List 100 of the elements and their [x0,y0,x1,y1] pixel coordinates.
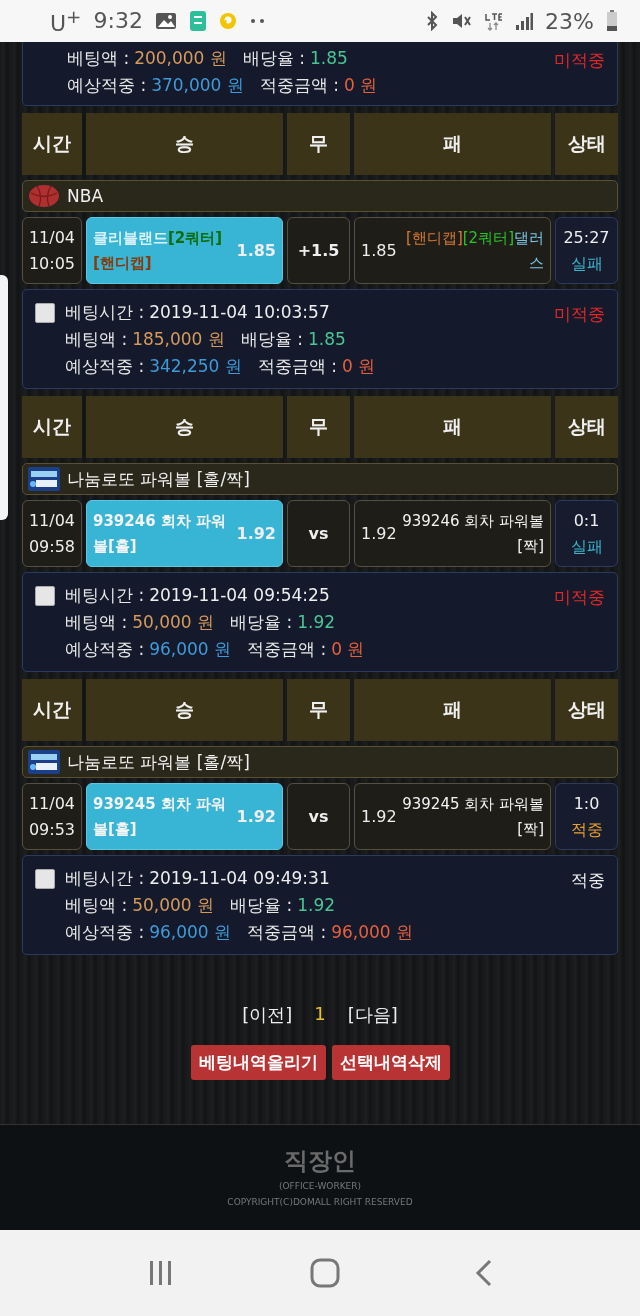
column-header: 패 [354,679,551,741]
match-time: 11/04 10:05 [22,217,82,284]
field-value: 96,000 원 [149,921,232,944]
field-label: 예상적중 : [65,638,145,661]
column-header: 무 [287,396,350,458]
column-header: 상태 [555,396,618,458]
draw-pick[interactable]: vs [287,500,350,567]
field-label: 베팅액 : [65,611,128,634]
clock-time: 9:32 [93,8,143,34]
delete-selected-button[interactable]: 선택내역삭제 [331,1045,450,1080]
carrier-name: U$^{+}$ [50,5,82,37]
away-pick[interactable]: 1.85 [핸디캡][2쿼터]댈러스 [354,217,551,284]
team-name: 939246 회차 파워볼[홀] [93,510,228,557]
column-header: 상태 [555,113,618,175]
edge-panel-handle[interactable] [0,275,8,520]
field-value: 0 원 [342,355,376,378]
result-status: 미적중 [554,303,605,326]
lte-icon [483,11,504,31]
result-status: 미적중 [554,49,605,72]
brand-name: 직장인 [284,1146,356,1177]
copyright-text: COPYRIGHT(C)DOMALL RIGHT RESERVED [227,1197,413,1207]
outcome-label: 실패 [570,535,603,558]
column-header: 상태 [555,679,618,741]
field-value: 342,250 원 [149,355,242,378]
column-header: 시간 [22,679,82,741]
field-label: 적중금액 : [247,921,327,944]
odds-value: 1.85 [236,240,276,262]
outcome-label: 실패 [570,252,603,275]
battery-percent: 23% [545,8,594,34]
field-label: 베팅시간 : [65,867,145,890]
upload-bets-button[interactable]: 베팅내역올리기 [190,1045,326,1080]
draw-pick[interactable]: vs [287,783,350,850]
powerball-logo-icon [27,466,61,492]
image-icon [154,12,177,30]
column-header: 패 [354,396,551,458]
field-label: 적중금액 : [257,355,337,378]
outcome-label: 적중 [570,818,603,841]
field-label: 배당율 : [240,328,303,351]
score: 0:1 [573,509,600,532]
field-value: 185,000 원 [132,328,225,351]
more-notifications-icon [248,18,267,24]
column-header: 승 [86,679,283,741]
prev-page-link[interactable]: [이전] [242,1003,293,1027]
field-label: 베팅시간 : [65,584,145,607]
odds-value: 1.92 [236,806,276,828]
league-name: NBA [67,186,103,206]
column-header: 시간 [22,396,82,458]
app-notification-icon [188,10,207,32]
team-name: [핸디캡][2쿼터]댈러스 [405,227,544,274]
odds-value: 1.92 [236,523,276,545]
field-label: 베팅액 : [65,894,128,917]
chat-notification-icon [218,12,237,30]
field-value: 0 원 [344,74,378,97]
field-label: 예상적중 : [65,921,145,944]
mute-icon [451,12,472,30]
home-icon[interactable] [310,1258,340,1288]
odds-value: 1.92 [361,806,397,828]
result-status: 미적중 [554,586,605,609]
field-value: 0 원 [331,638,365,661]
match-time: 11/04 09:58 [22,500,82,567]
checkbox[interactable] [35,303,55,323]
field-value: 96,000 원 [149,638,232,661]
powerball-logo-icon [27,749,61,775]
field-value: 370,000 원 [151,74,244,97]
score: 25:27 [563,226,610,249]
match-time: 11/04 09:53 [22,783,82,850]
checkbox[interactable] [35,869,55,889]
checkbox[interactable] [35,586,55,606]
field-label: 적중금액 : [259,74,339,97]
field-value: 1.85 [310,47,348,70]
draw-pick[interactable]: +1.5 [287,217,350,284]
next-page-link[interactable]: [다음] [347,1003,398,1027]
bluetooth-icon [425,11,440,31]
field-value: 200,000 원 [134,47,227,70]
basketball-icon [27,184,61,208]
field-value: 50,000 원 [132,894,215,917]
field-value: 1.85 [308,328,346,351]
league-name: 나눔로또 파워볼 [홀/짝] [67,750,250,774]
team-name: 939245 회차 파워볼[짝] [401,793,544,840]
field-value: 1.92 [297,611,336,634]
signal-icon [515,12,534,30]
field-value: 2019-11-04 09:49:31 [149,867,330,890]
field-label: 베팅시간 : [65,301,145,324]
field-value: 2019-11-04 10:03:57 [149,301,330,324]
column-header: 무 [287,113,350,175]
field-label: 예상적중 : [65,355,145,378]
odds-value: 1.85 [361,240,397,262]
field-value: 50,000 원 [132,611,215,634]
field-value: 1.92 [297,894,336,917]
back-icon[interactable] [474,1259,493,1287]
field-label: 적중금액 : [247,638,327,661]
column-header: 승 [86,396,283,458]
column-header: 무 [287,679,350,741]
odds-value: 1.92 [361,523,397,545]
field-label: 배당율 : [230,894,293,917]
field-label: 배당율 : [230,611,293,634]
column-header: 승 [86,113,283,175]
field-value: 96,000 원 [331,921,414,944]
current-page[interactable]: 1 [314,1003,326,1027]
field-label: 배당율 : [242,47,305,70]
